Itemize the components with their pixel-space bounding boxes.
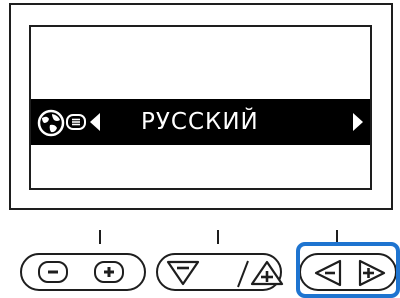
minus-button[interactable] — [38, 261, 68, 283]
lcd-screen: РУССКИЙ — [29, 25, 372, 190]
minus-icon — [48, 270, 58, 274]
triangle-right-icon — [353, 113, 363, 131]
up-down-button-group — [156, 253, 284, 291]
plus-button[interactable] — [94, 261, 124, 283]
language-selection-row: РУССКИЙ — [31, 99, 370, 145]
minus-plus-button-group — [20, 253, 146, 291]
guide-tick-center — [217, 230, 219, 244]
triangle-left-icon — [90, 113, 100, 131]
language-label: РУССКИЙ — [141, 109, 259, 135]
globe-icon — [37, 109, 65, 137]
triangle-down-minus-icon[interactable] — [166, 259, 200, 287]
guide-tick-left — [99, 230, 101, 244]
triangle-up-plus-icon[interactable] — [250, 259, 284, 287]
menu-list-icon — [66, 114, 86, 130]
divider-slash — [237, 260, 249, 288]
highlight-frame — [296, 242, 400, 298]
plus-icon — [104, 267, 114, 277]
